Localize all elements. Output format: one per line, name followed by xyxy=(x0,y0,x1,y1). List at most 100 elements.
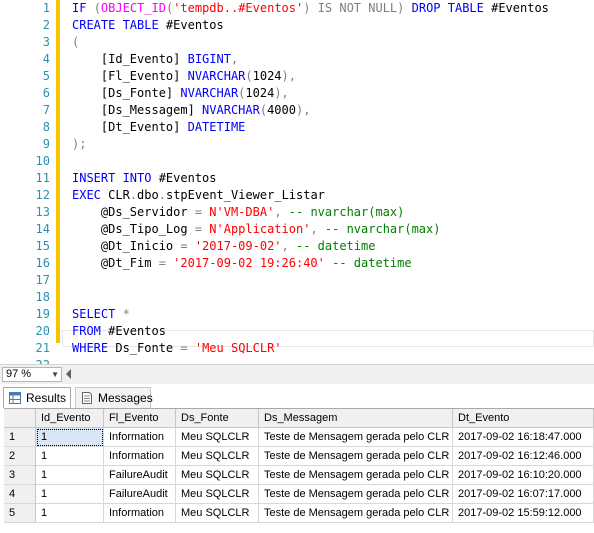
table-row[interactable]: 1 1 Information Meu SQLCLR Teste de Mens… xyxy=(4,428,594,447)
line-number: 2 xyxy=(42,18,50,32)
code-text: [Ds_Messagem] NVARCHAR(4000), xyxy=(72,102,311,119)
code-line[interactable]: 15 @Dt_Inicio = '2017-09-02', -- datetim… xyxy=(0,238,594,255)
cell-ds-fonte[interactable]: Meu SQLCLR xyxy=(176,447,259,466)
cell-ds-messagem[interactable]: Teste de Mensagem gerada pelo CLR xyxy=(259,466,453,485)
cell-ds-fonte[interactable]: Meu SQLCLR xyxy=(176,504,259,523)
row-number[interactable]: 3 xyxy=(4,466,36,485)
row-number[interactable]: 1 xyxy=(4,428,36,447)
cell-fl-evento[interactable]: Information xyxy=(104,504,176,523)
col-header-dt-evento[interactable]: Dt_Evento xyxy=(453,409,594,428)
code-token: = xyxy=(180,341,195,355)
code-token: NVARCHAR xyxy=(180,86,239,100)
line-number: 18 xyxy=(35,290,50,304)
code-line[interactable]: 4 [Id_Evento] BIGINT, xyxy=(0,51,594,68)
cell-dt-evento[interactable]: 2017-09-02 16:07:17.000 xyxy=(453,485,594,504)
line-number: 9 xyxy=(42,137,50,151)
zoom-select[interactable]: 97 % ▼ xyxy=(2,367,62,382)
code-token: [Id_Evento] xyxy=(72,52,188,66)
cell-ds-fonte[interactable]: Meu SQLCLR xyxy=(176,485,259,504)
code-line[interactable]: 17 xyxy=(0,272,594,289)
code-text: @Dt_Fim = '2017-09-02 19:26:40' -- datet… xyxy=(72,255,412,272)
cell-id-evento[interactable]: 1 xyxy=(36,447,104,466)
code-token: . xyxy=(158,188,166,202)
line-number: 14 xyxy=(35,222,50,236)
table-row[interactable]: 5 1 Information Meu SQLCLR Teste de Mens… xyxy=(4,504,594,523)
cell-dt-evento[interactable]: 2017-09-02 16:10:20.000 xyxy=(453,466,594,485)
code-line[interactable]: 7 [Ds_Messagem] NVARCHAR(4000), xyxy=(0,102,594,119)
code-token: NVARCHAR xyxy=(202,103,260,117)
code-line[interactable]: 19 SELECT * xyxy=(0,306,594,323)
sql-editor[interactable]: 1 IF (OBJECT_ID('tempdb..#Eventos') IS NO… xyxy=(0,0,594,372)
cell-dt-evento[interactable]: 2017-09-02 15:59:12.000 xyxy=(453,504,594,523)
code-text: SELECT * xyxy=(72,306,130,323)
cell-id-evento[interactable]: 1 xyxy=(36,428,104,447)
line-number: 11 xyxy=(35,171,50,185)
col-header-ds-messagem[interactable]: Ds_Messagem xyxy=(259,409,453,428)
code-text: @Ds_Servidor = N'VM-DBA', -- nvarchar(ma… xyxy=(72,204,404,221)
grid-corner[interactable] xyxy=(4,409,36,428)
cell-ds-fonte[interactable]: Meu SQLCLR xyxy=(176,428,259,447)
code-line[interactable]: 18 xyxy=(0,289,594,306)
cell-dt-evento[interactable]: 2017-09-02 16:12:46.000 xyxy=(453,447,594,466)
cell-fl-evento[interactable]: Information xyxy=(104,447,176,466)
cell-id-evento[interactable]: 1 xyxy=(36,485,104,504)
code-token: ( xyxy=(245,69,253,83)
code-line[interactable]: 1 IF (OBJECT_ID('tempdb..#Eventos') IS NO… xyxy=(0,0,594,17)
code-line[interactable]: 5 [Fl_Evento] NVARCHAR(1024), xyxy=(0,68,594,85)
code-line[interactable]: 21 WHERE Ds_Fonte = 'Meu SQLCLR' xyxy=(0,340,594,357)
code-token: IF xyxy=(72,1,94,15)
table-row[interactable]: 3 1 FailureAudit Meu SQLCLR Teste de Men… xyxy=(4,466,594,485)
code-token: N'Application' xyxy=(209,222,311,236)
code-token: NVARCHAR xyxy=(187,69,246,83)
code-token: 'Meu SQLCLR' xyxy=(194,341,282,355)
code-text: IF (OBJECT_ID('tempdb..#Eventos') IS NOT… xyxy=(72,0,549,17)
code-text: [Fl_Evento] NVARCHAR(1024), xyxy=(72,68,296,85)
row-number[interactable]: 2 xyxy=(4,447,36,466)
tab-messages[interactable]: Messages xyxy=(75,387,153,408)
cell-ds-messagem[interactable]: Teste de Mensagem gerada pelo CLR xyxy=(259,485,453,504)
row-number[interactable]: 5 xyxy=(4,504,36,523)
code-line[interactable]: 20 FROM #Eventos xyxy=(0,323,594,340)
code-token: BIGINT xyxy=(187,52,231,66)
code-token: #Eventos xyxy=(158,171,217,185)
code-line[interactable]: 16 @Dt_Fim = '2017-09-02 19:26:40' -- da… xyxy=(0,255,594,272)
code-text: [Id_Evento] BIGINT, xyxy=(72,51,238,68)
results-grid[interactable]: Id_Evento Fl_Evento Ds_Fonte Ds_Messagem… xyxy=(4,408,594,533)
code-line[interactable]: 8 [Dt_Evento] DATETIME xyxy=(0,119,594,136)
tab-results[interactable]: Results xyxy=(3,387,71,408)
cell-id-evento[interactable]: 1 xyxy=(36,466,104,485)
code-line[interactable]: 6 [Ds_Fonte] NVARCHAR(1024), xyxy=(0,85,594,102)
col-header-fl-evento[interactable]: Fl_Evento xyxy=(104,409,176,428)
cell-dt-evento[interactable]: 2017-09-02 16:18:47.000 xyxy=(453,428,594,447)
code-line[interactable]: 13 @Ds_Servidor = N'VM-DBA', -- nvarchar… xyxy=(0,204,594,221)
table-row[interactable]: 2 1 Information Meu SQLCLR Teste de Mens… xyxy=(4,447,594,466)
code-text: EXEC CLR.dbo.stpEvent_Viewer_Listar xyxy=(72,187,325,204)
table-row[interactable]: 4 1 FailureAudit Meu SQLCLR Teste de Men… xyxy=(4,485,594,504)
code-text: @Dt_Inicio = '2017-09-02', -- datetime xyxy=(72,238,376,255)
cell-fl-evento[interactable]: FailureAudit xyxy=(104,485,176,504)
col-header-ds-fonte[interactable]: Ds_Fonte xyxy=(176,409,259,428)
code-line[interactable]: 2 CREATE TABLE #Eventos xyxy=(0,17,594,34)
cell-ds-fonte[interactable]: Meu SQLCLR xyxy=(176,466,259,485)
cell-ds-messagem[interactable]: Teste de Mensagem gerada pelo CLR xyxy=(259,504,453,523)
cell-fl-evento[interactable]: FailureAudit xyxy=(104,466,176,485)
line-number: 1 xyxy=(42,1,50,15)
code-line[interactable]: 14 @Ds_Tipo_Log = N'Application', -- nva… xyxy=(0,221,594,238)
code-line[interactable]: 11 INSERT INTO #Eventos xyxy=(0,170,594,187)
col-header-id-evento[interactable]: Id_Evento xyxy=(36,409,104,428)
code-token: -- datetime xyxy=(295,239,376,253)
cell-ds-messagem[interactable]: Teste de Mensagem gerada pelo CLR xyxy=(259,428,453,447)
cell-id-evento[interactable]: 1 xyxy=(36,504,104,523)
code-line[interactable]: 3( xyxy=(0,34,594,51)
row-number[interactable]: 4 xyxy=(4,485,36,504)
scroll-left-icon[interactable] xyxy=(66,369,71,379)
code-token: EXEC xyxy=(72,188,109,202)
code-token: = xyxy=(194,222,210,236)
cell-ds-messagem[interactable]: Teste de Mensagem gerada pelo CLR xyxy=(259,447,453,466)
code-line[interactable]: 10 xyxy=(0,153,594,170)
cell-fl-evento[interactable]: Information xyxy=(104,428,176,447)
code-text: ); xyxy=(72,136,86,153)
code-token: ), xyxy=(281,69,296,83)
code-line[interactable]: 12 EXEC CLR.dbo.stpEvent_Viewer_Listar xyxy=(0,187,594,204)
code-line[interactable]: 9); xyxy=(0,136,594,153)
